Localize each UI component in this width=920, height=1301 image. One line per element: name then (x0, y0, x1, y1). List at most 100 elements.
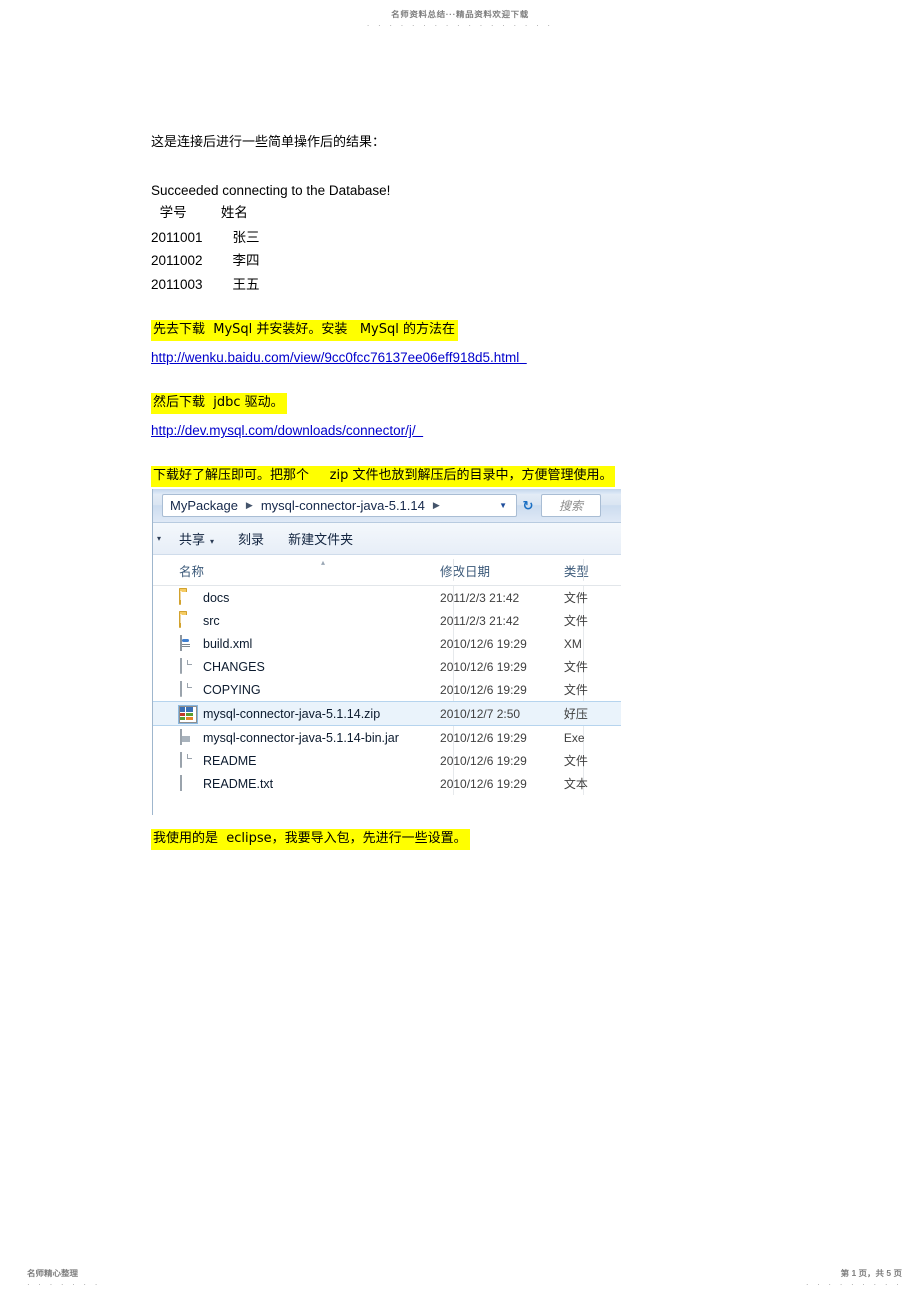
folder-icon (179, 589, 181, 605)
file-row-build-xml[interactable]: build.xml 2010/12/6 19:29 XM (153, 632, 621, 655)
breadcrumb[interactable]: MyPackage ▶ mysql-connector-java-5.1.14 … (162, 494, 517, 517)
file-name-label: docs (203, 590, 230, 605)
highlighted-text-eclipse-setup: 我使用的是 eclipse，我要导入包，先进行一些设置。 (151, 829, 470, 850)
file-date-cell: 2010/12/6 19:29 (440, 659, 527, 674)
link-mysql-connector-j[interactable]: http://dev.mysql.com/downloads/connector… (151, 420, 423, 442)
explorer-address-bar: MyPackage ▶ mysql-connector-java-5.1.14 … (153, 489, 621, 523)
file-type-cell: Exe (563, 730, 585, 745)
file-row-src[interactable]: src 2011/2/3 21:42 文件 (153, 609, 621, 632)
file-row-readme-txt[interactable]: README.txt 2010/12/6 19:29 文本 (153, 772, 621, 795)
sort-ascending-icon: ▴ (321, 558, 326, 567)
file-name-label: README.txt (203, 776, 274, 791)
footer-left-dots: · · · · · · · (27, 1280, 101, 1289)
file-row-changes[interactable]: CHANGES 2010/12/6 19:29 文件 (153, 655, 621, 678)
column-header-type[interactable]: 类型 (564, 561, 621, 580)
intro-paragraph: 这是连接后进行一些简单操作后的结果： (151, 135, 386, 150)
page-footer-right: 第 1 页，共 5 页 · · · · · · · · · (806, 1267, 902, 1289)
page-watermark-header: 名师资料总结···精品资料欢迎下载 · · · · · · · · · · · … (0, 8, 920, 30)
blank-file-icon (180, 681, 182, 697)
file-row-docs[interactable]: docs 2011/2/3 21:42 文件 (153, 586, 621, 609)
file-date-cell: 2011/2/3 21:42 (440, 613, 520, 628)
file-type-cell: 文件 (563, 591, 588, 605)
file-list: docs 2011/2/3 21:42 文件 src 2011/2/3 21:4… (153, 586, 621, 795)
watermark-dots: · · · · · · · · · · · · · · · · · (366, 21, 554, 30)
file-type-cell: 文件 (563, 754, 588, 768)
column-header-date-modified[interactable]: 修改日期 (440, 561, 564, 580)
file-name-cell: src (153, 612, 440, 628)
file-name-cell: mysql-connector-java-5.1.14-bin.jar (153, 729, 440, 745)
blank-file-icon (180, 752, 182, 768)
link-wenku-baidu[interactable]: http://wenku.baidu.com/view/9cc0fcc76137… (151, 347, 527, 369)
file-name-cell: CHANGES (153, 658, 440, 674)
file-name-cell: docs (153, 589, 440, 605)
file-name-cell: README (153, 752, 440, 768)
highlighted-text-install-mysql: 先去下载 MySql 并安装好。安装 MySql 的方法在 (151, 320, 458, 341)
breadcrumb-separator-icon: ▶ (432, 500, 440, 510)
file-date-cell: 2010/12/6 19:29 (440, 682, 527, 697)
jar-file-icon (180, 729, 182, 745)
toolbar-button-burn[interactable]: 刻录 (226, 529, 276, 548)
highlight-line-4-wrap: 我使用的是 eclipse，我要导入包，先进行一些设置。 (151, 829, 470, 850)
file-type-cell: 文件 (563, 660, 588, 674)
toolbar-overflow-icon[interactable]: ▾ (155, 534, 167, 543)
column-header-name[interactable]: 名称 (153, 561, 440, 580)
toolbar-button-new-folder[interactable]: 新建文件夹 (276, 529, 365, 548)
toolbar-button-share[interactable]: 共享 ▾ (167, 529, 226, 548)
result-table-row: 2011001 张三 (151, 229, 260, 245)
highlight-line-1-wrap: 先去下载 MySql 并安装好。安装 MySql 的方法在 (151, 320, 791, 341)
text-file-icon (180, 775, 182, 791)
file-type-cell: XM (563, 636, 582, 651)
refresh-icon[interactable]: ↻ (517, 498, 539, 514)
toolbar-button-share-label: 共享 (179, 533, 206, 548)
file-type-cell: 文件 (563, 614, 588, 628)
file-row-readme[interactable]: README 2010/12/6 19:29 文件 (153, 749, 621, 772)
highlighted-text-unzip-instruction: 下载好了解压即可。把那个 zip 文件也放到解压后的目录中，方便管理使用。 (151, 466, 616, 487)
breadcrumb-item-mypackage[interactable]: MyPackage (167, 498, 241, 513)
breadcrumb-item-mysql-connector[interactable]: mysql-connector-java-5.1.14 (258, 498, 428, 513)
file-row-copying[interactable]: COPYING 2010/12/6 19:29 文件 (153, 678, 621, 701)
console-output-line: Succeeded connecting to the Database! (151, 182, 391, 198)
link-line-1-wrap: http://wenku.baidu.com/view/9cc0fcc76137… (151, 347, 791, 369)
page-number-label: 第 1 页，共 5 页 (840, 1268, 902, 1278)
file-name-cell: mysql-connector-java-5.1.14.zip (153, 706, 440, 723)
file-name-label: COPYING (203, 682, 261, 697)
search-input[interactable]: 搜索 (541, 494, 601, 517)
file-name-label: build.xml (203, 636, 253, 651)
windows-explorer-screenshot: MyPackage ▶ mysql-connector-java-5.1.14 … (152, 489, 621, 815)
result-table-row: 2011003 王五 (151, 276, 260, 292)
file-name-cell: COPYING (153, 681, 440, 697)
blank-file-icon (180, 658, 182, 674)
file-row-mysql-connector-zip[interactable]: mysql-connector-java-5.1.14.zip 2010/12/… (153, 701, 621, 726)
result-table-header: 学号 姓名 (151, 205, 248, 221)
highlight-line-2-wrap: 然后下载 jdbc 驱动。 (151, 393, 791, 414)
explorer-toolbar: ▾ 共享 ▾ 刻录 新建文件夹 (153, 523, 621, 555)
highlighted-text-download-jdbc: 然后下载 jdbc 驱动。 (151, 393, 287, 414)
chevron-down-icon[interactable]: ▼ (499, 501, 512, 510)
link-line-2-wrap: http://dev.mysql.com/downloads/connector… (151, 420, 791, 442)
watermark-text: 名师资料总结···精品资料欢迎下载 (391, 9, 529, 19)
file-date-cell: 2011/2/3 21:42 (440, 590, 520, 605)
column-divider[interactable] (583, 559, 584, 581)
zip-archive-icon (179, 706, 197, 723)
xml-file-icon (180, 635, 182, 651)
result-table-row: 2011002 李四 (151, 253, 260, 268)
chevron-down-icon: ▾ (210, 537, 215, 546)
folder-icon (179, 612, 181, 628)
footer-right-dots: · · · · · · · · · (805, 1280, 902, 1289)
file-type-cell: 好压 (563, 707, 588, 721)
file-name-label: mysql-connector-java-5.1.14-bin.jar (203, 730, 399, 745)
file-name-cell: README.txt (153, 775, 440, 791)
search-placeholder-label: 搜索 (558, 499, 583, 513)
file-date-cell: 2010/12/6 19:29 (440, 753, 527, 768)
file-row-mysql-connector-bin-jar[interactable]: mysql-connector-java-5.1.14-bin.jar 2010… (153, 726, 621, 749)
document-body: 这是连接后进行一些简单操作后的结果： Succeeded connecting … (151, 131, 791, 487)
file-list-column-headers: ▴ 名称 修改日期 类型 (153, 555, 621, 586)
file-name-label: mysql-connector-java-5.1.14.zip (203, 706, 381, 721)
column-divider[interactable] (453, 559, 454, 581)
file-date-cell: 2010/12/7 2:50 (440, 706, 521, 721)
file-name-cell: build.xml (153, 635, 440, 651)
